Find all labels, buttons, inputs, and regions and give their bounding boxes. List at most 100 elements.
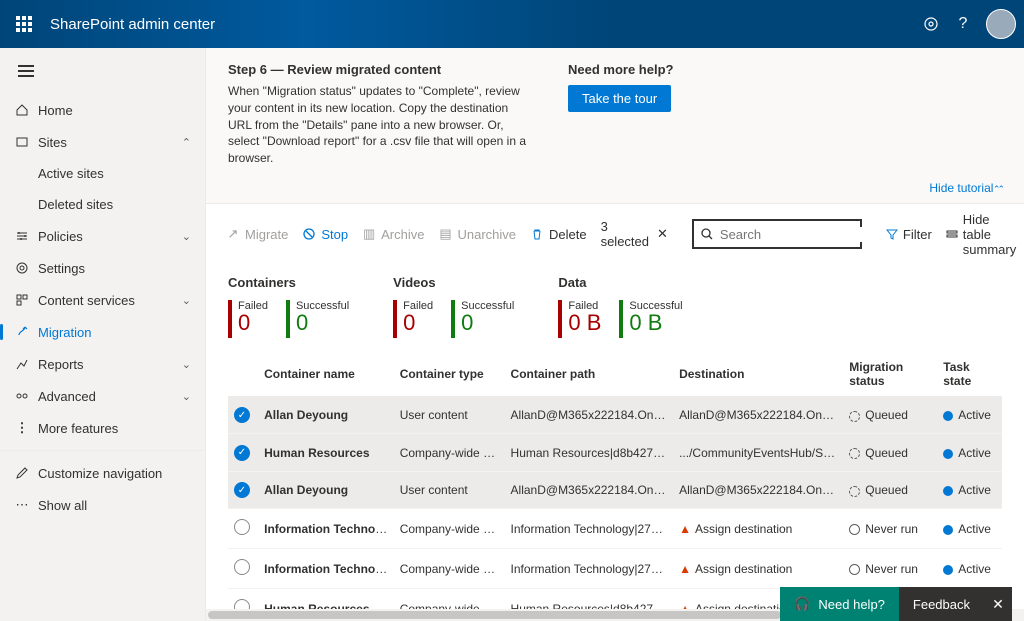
cell-state: Active: [937, 471, 1002, 509]
stat-value: 0: [461, 312, 514, 334]
cell-status: Never run: [843, 509, 937, 549]
th-type[interactable]: Container type: [394, 352, 505, 397]
nav-customize[interactable]: Customize navigation: [0, 457, 205, 489]
nav-home[interactable]: Home: [0, 94, 205, 126]
stats-videos: Videos Failed0 Successful0: [393, 275, 514, 338]
row-checkbox[interactable]: [234, 519, 250, 535]
chevron-down-icon: ⌄: [182, 358, 191, 371]
th-status[interactable]: Migration status: [843, 352, 937, 397]
chevron-down-icon: ⌄: [182, 230, 191, 243]
nav-content-services[interactable]: Content services⌄: [0, 284, 205, 316]
feedback-bar: 🎧Need help? Feedback ✕: [780, 587, 1012, 621]
container-name-link[interactable]: Information Technology: [264, 522, 394, 536]
feedback-close-icon[interactable]: ✕: [984, 587, 1012, 621]
cell-destination[interactable]: ▲Assign destination: [673, 509, 843, 549]
cell-path: AllanD@M365x222184.OnMicrosoft.com|...: [505, 396, 674, 434]
nav-migration[interactable]: Migration: [0, 316, 205, 348]
stat-value: 0 B: [629, 312, 682, 334]
nav-reports[interactable]: Reports⌄: [0, 348, 205, 380]
cmd-label: Unarchive: [457, 227, 516, 242]
nav-active-sites[interactable]: Active sites: [0, 158, 205, 189]
nav-label: Settings: [38, 261, 85, 276]
reports-icon: [14, 356, 30, 372]
table-row[interactable]: ✓Human ResourcesCompany-wide chan...Huma…: [228, 434, 1002, 472]
stop-button[interactable]: Stop: [302, 227, 348, 242]
summary-icon: [946, 228, 958, 240]
row-checkbox[interactable]: [234, 559, 250, 575]
table-row[interactable]: Information TechnologyCompany-wide chan.…: [228, 509, 1002, 549]
nav-label: Advanced: [38, 389, 96, 404]
unarchive-button[interactable]: ▤Unarchive: [438, 227, 516, 242]
cell-status: Queued: [843, 396, 937, 434]
row-checkbox[interactable]: ✓: [234, 482, 250, 498]
th-destination[interactable]: Destination: [673, 352, 843, 397]
app-launcher-icon[interactable]: [8, 8, 40, 40]
nav-sites[interactable]: Sites ⌃: [0, 126, 205, 158]
help-label: Need help?: [818, 597, 885, 612]
cell-destination[interactable]: ▲Assign destination: [673, 549, 843, 589]
archive-icon: ▥: [362, 227, 376, 241]
chevron-up-icon: ⌃: [182, 136, 191, 149]
hide-summary-button[interactable]: Hide table summary: [946, 212, 1016, 257]
migrate-button[interactable]: ↗ Migrate: [226, 227, 288, 242]
app-title: SharePoint admin center: [50, 16, 215, 33]
advanced-icon: [14, 388, 30, 404]
th-path[interactable]: Container path: [505, 352, 674, 397]
nav-label: Home: [38, 103, 73, 118]
search-input[interactable]: [692, 219, 862, 249]
queued-icon: [849, 486, 860, 497]
nav-advanced[interactable]: Advanced⌄: [0, 380, 205, 412]
search-field[interactable]: [720, 227, 896, 242]
user-avatar[interactable]: [986, 9, 1016, 39]
table-row[interactable]: Information TechnologyCompany-wide chan.…: [228, 549, 1002, 589]
cmd-label: Archive: [381, 227, 424, 242]
cell-status: Never run: [843, 549, 937, 589]
container-name-link[interactable]: Human Resources: [264, 446, 369, 460]
archive-button[interactable]: ▥ Archive: [362, 227, 424, 242]
migrate-icon: ↗: [226, 227, 240, 241]
queued-icon: [849, 448, 860, 459]
cmd-label: Migrate: [245, 227, 288, 242]
nav-toggle-icon[interactable]: [0, 48, 205, 94]
nav-settings[interactable]: Settings: [0, 252, 205, 284]
row-checkbox[interactable]: ✓: [234, 445, 250, 461]
hide-tutorial-link[interactable]: Hide tutorial: [929, 181, 1002, 195]
cell-type: User content: [394, 396, 505, 434]
app-header: SharePoint admin center ?: [0, 0, 1024, 48]
cell-destination: .../CommunityEventsHub/Shared Docume...: [673, 434, 843, 472]
nav-more-features[interactable]: ⋮More features: [0, 412, 205, 444]
nav-show-all[interactable]: ⋯Show all: [0, 489, 205, 521]
nav-label: Sites: [38, 135, 67, 150]
need-help-button[interactable]: 🎧Need help?: [780, 587, 899, 621]
tutorial-help-label: Need more help?: [568, 62, 673, 77]
take-tour-button[interactable]: Take the tour: [568, 85, 671, 112]
cell-type: Company-wide chan...: [394, 549, 505, 589]
row-checkbox[interactable]: ✓: [234, 407, 250, 423]
neverrun-icon: [849, 564, 860, 575]
cell-path: AllanD@M365x222184.OnMicrosoft.com|...: [505, 471, 674, 509]
settings-gear-icon[interactable]: [922, 15, 940, 33]
cell-destination: AllanD@M365x222184.OnMicrosoft.com: [673, 471, 843, 509]
th-state[interactable]: Task state: [937, 352, 1002, 397]
sidebar: Home Sites ⌃ Active sites Deleted sites P…: [0, 48, 206, 621]
stat-title: Videos: [393, 275, 514, 290]
help-icon[interactable]: ?: [954, 15, 972, 33]
clear-selection-icon[interactable]: ✕: [653, 226, 672, 242]
queued-icon: [849, 411, 860, 422]
search-icon: [700, 227, 714, 241]
filter-button[interactable]: Filter: [886, 227, 932, 242]
table-row[interactable]: ✓Allan DeyoungUser contentAllanD@M365x22…: [228, 471, 1002, 509]
th-name[interactable]: Container name: [258, 352, 394, 397]
feedback-button[interactable]: Feedback: [899, 587, 984, 621]
container-name-link[interactable]: Allan Deyoung: [264, 408, 348, 422]
cell-state: Active: [937, 509, 1002, 549]
nav-deleted-sites[interactable]: Deleted sites: [0, 189, 205, 220]
table-row[interactable]: ✓Allan DeyoungUser contentAllanD@M365x22…: [228, 396, 1002, 434]
delete-button[interactable]: Delete: [530, 227, 587, 242]
cmd-label: Stop: [321, 227, 348, 242]
container-name-link[interactable]: Allan Deyoung: [264, 483, 348, 497]
container-name-link[interactable]: Information Technology: [264, 562, 394, 576]
content-icon: [14, 292, 30, 308]
cell-destination: AllanD@M365x222184.OnMicrosoft.com: [673, 396, 843, 434]
nav-policies[interactable]: Policies⌄: [0, 220, 205, 252]
